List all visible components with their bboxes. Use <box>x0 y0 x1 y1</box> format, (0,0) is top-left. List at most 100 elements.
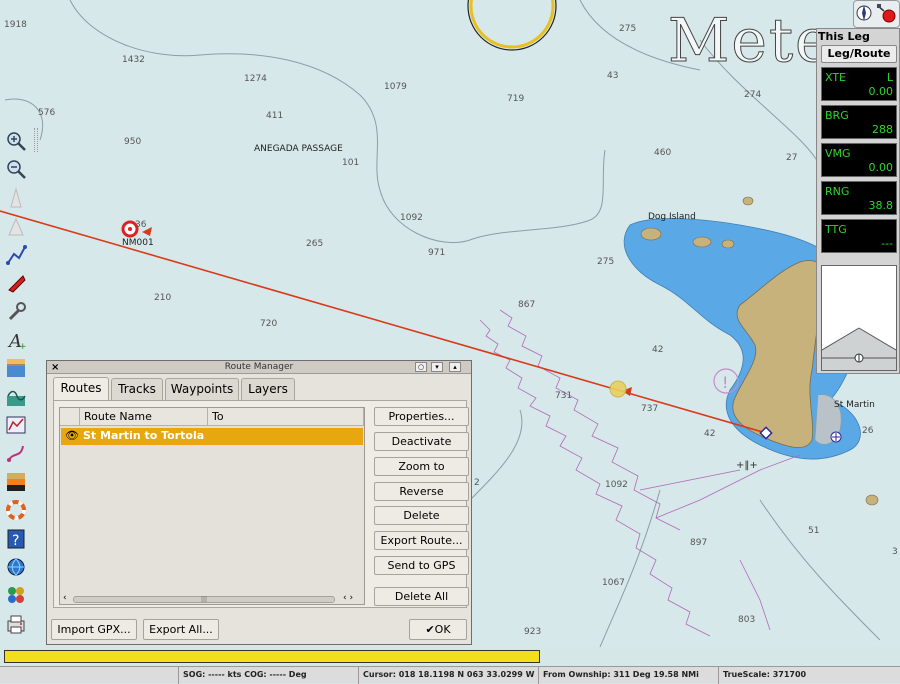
zoom-to-button[interactable]: Zoom to <box>374 457 469 476</box>
brg-value: 288 <box>872 123 893 136</box>
scale-out-icon[interactable] <box>2 213 30 239</box>
globe-icon[interactable] <box>2 554 30 580</box>
delete-button[interactable]: Delete <box>374 506 469 525</box>
islet <box>640 227 662 241</box>
reverse-button[interactable]: Reverse <box>374 482 469 501</box>
column-route-name[interactable]: Route Name <box>80 408 208 426</box>
send-to-gps-button[interactable]: Send to GPS <box>374 556 469 575</box>
tab-tracks[interactable]: Tracks <box>111 378 163 400</box>
ok-button[interactable]: ✔OK <box>409 619 467 640</box>
depth-sounding: 737 <box>641 404 658 414</box>
islet <box>721 239 735 249</box>
scroll-left-icon[interactable]: ‹ <box>63 593 67 603</box>
place-st-martin: St Martin <box>834 400 875 410</box>
tab-waypoints[interactable]: Waypoints <box>165 378 239 400</box>
export-route-button[interactable]: Export Route... <box>374 531 469 550</box>
vmg-value: 0.00 <box>868 161 894 174</box>
route-icon[interactable] <box>2 242 30 268</box>
delete-all-button[interactable]: Delete All <box>374 587 469 606</box>
gps-status-icon[interactable] <box>875 2 897 27</box>
weather-watermark: Mete <box>668 6 833 77</box>
leg-panel-title: This Leg <box>818 30 870 43</box>
depth-sounding: 26 <box>862 426 874 436</box>
status-empty <box>0 667 178 684</box>
tab-routes[interactable]: Routes <box>53 377 109 401</box>
depth-sounding: 950 <box>124 137 141 147</box>
depth-sounding: 275 <box>597 257 614 267</box>
toolbar-grip[interactable] <box>34 128 38 152</box>
svg-text:?: ? <box>12 533 19 549</box>
depth-sounding: 460 <box>654 148 671 158</box>
leg-route-toggle-button[interactable]: Leg/Route <box>821 45 897 63</box>
submarine-cable <box>479 319 711 637</box>
rng-box: RNG 38.8 <box>821 181 897 215</box>
deactivate-button[interactable]: Deactivate <box>374 432 469 451</box>
depth-sounding: 265 <box>306 239 323 249</box>
waypoint-label: NM001 <box>122 238 154 248</box>
depth-sounding: 51 <box>808 526 819 536</box>
route-midpoint-marker[interactable] <box>609 380 627 398</box>
scale-in-icon[interactable] <box>2 185 30 211</box>
horizontal-scrollbar[interactable]: ‹ ||| ‹ › <box>61 593 363 604</box>
visibility-eye-icon[interactable]: 👁 <box>65 429 79 442</box>
mob-icon[interactable] <box>2 497 30 523</box>
depth-sounding: 720 <box>260 319 277 329</box>
north-up-compass-icon[interactable] <box>856 2 872 27</box>
depth-sounding: 43 <box>607 71 618 81</box>
status-cursor: Cursor: 018 18.1198 N 063 33.0299 W <box>358 667 538 684</box>
zoom-in-icon[interactable] <box>2 128 30 154</box>
ttg-box: TTG --- <box>821 219 897 253</box>
settings-wrench-icon[interactable] <box>2 298 30 324</box>
depth-contour <box>759 499 881 641</box>
depth-sounding: 274 <box>744 90 761 100</box>
status-truescale: TrueScale: 371700 <box>718 667 900 684</box>
help-icon[interactable]: ? <box>2 526 30 552</box>
scroll-thumb[interactable]: ||| <box>73 596 335 603</box>
track-icon[interactable] <box>2 440 30 466</box>
submarine-cable <box>655 454 801 519</box>
route-row[interactable]: 👁 St Martin to Tortola <box>61 428 363 445</box>
routes-list[interactable]: Route Name To 👁 St Martin to Tortola ‹ |… <box>59 407 365 605</box>
scroll-right-icon[interactable]: ‹ › <box>343 593 353 603</box>
rng-value: 38.8 <box>868 199 894 212</box>
rng-label: RNG <box>825 185 850 198</box>
route-manager-icon[interactable] <box>2 412 30 438</box>
tab-layers[interactable]: Layers <box>241 378 295 400</box>
depth-sounding: 731 <box>555 391 572 401</box>
status-bar: SOG: ----- kts COG: ----- Deg Cursor: 01… <box>0 666 900 684</box>
depth-sounding: 867 <box>518 300 535 310</box>
submarine-cable <box>639 469 741 491</box>
depth-sounding: 36 <box>135 220 147 230</box>
import-gpx-button[interactable]: Import GPX... <box>51 619 137 640</box>
depth-sounding: 923 <box>524 627 541 637</box>
xte-side: L <box>886 71 893 84</box>
window-maximize-icon[interactable]: ▴ <box>449 362 461 372</box>
depth-sounding: 971 <box>428 248 445 258</box>
wreck-symbol: +‖+ <box>736 460 758 471</box>
compass-widget[interactable] <box>853 0 900 28</box>
properties-button[interactable]: Properties... <box>374 407 469 426</box>
xte-box: XTE L 0.00 <box>821 67 897 101</box>
zoom-out-icon[interactable] <box>2 156 30 182</box>
window-shade-icon[interactable]: ○ <box>415 362 427 372</box>
color-scheme-icon[interactable] <box>2 469 30 495</box>
export-all-button[interactable]: Export All... <box>143 619 219 640</box>
column-to[interactable]: To <box>208 408 364 426</box>
depth-contour <box>469 149 606 241</box>
route-manager-titlebar[interactable]: × Route Manager ○ ▾ ▴ <box>47 361 471 374</box>
depth-sounding: 275 <box>619 24 636 34</box>
column-visibility[interactable] <box>60 408 80 426</box>
current-tide-icon[interactable] <box>2 355 30 381</box>
window-minimize-icon[interactable]: ▾ <box>431 362 443 372</box>
vmg-label: VMG <box>825 147 851 160</box>
follow-boat-icon[interactable] <box>2 270 30 296</box>
depth-sounding: 42 <box>652 345 663 355</box>
tide-icon[interactable] <box>2 384 30 410</box>
text-toggle-icon[interactable]: A + <box>2 327 30 353</box>
plugin-icon[interactable] <box>2 582 30 608</box>
depth-sounding: 803 <box>738 615 755 625</box>
islet <box>742 196 754 206</box>
depth-sounding: 210 <box>154 293 171 303</box>
print-icon[interactable] <box>2 611 30 637</box>
this-leg-panel: This Leg Leg/Route XTE L 0.00 BRG 288 VM… <box>816 28 900 374</box>
